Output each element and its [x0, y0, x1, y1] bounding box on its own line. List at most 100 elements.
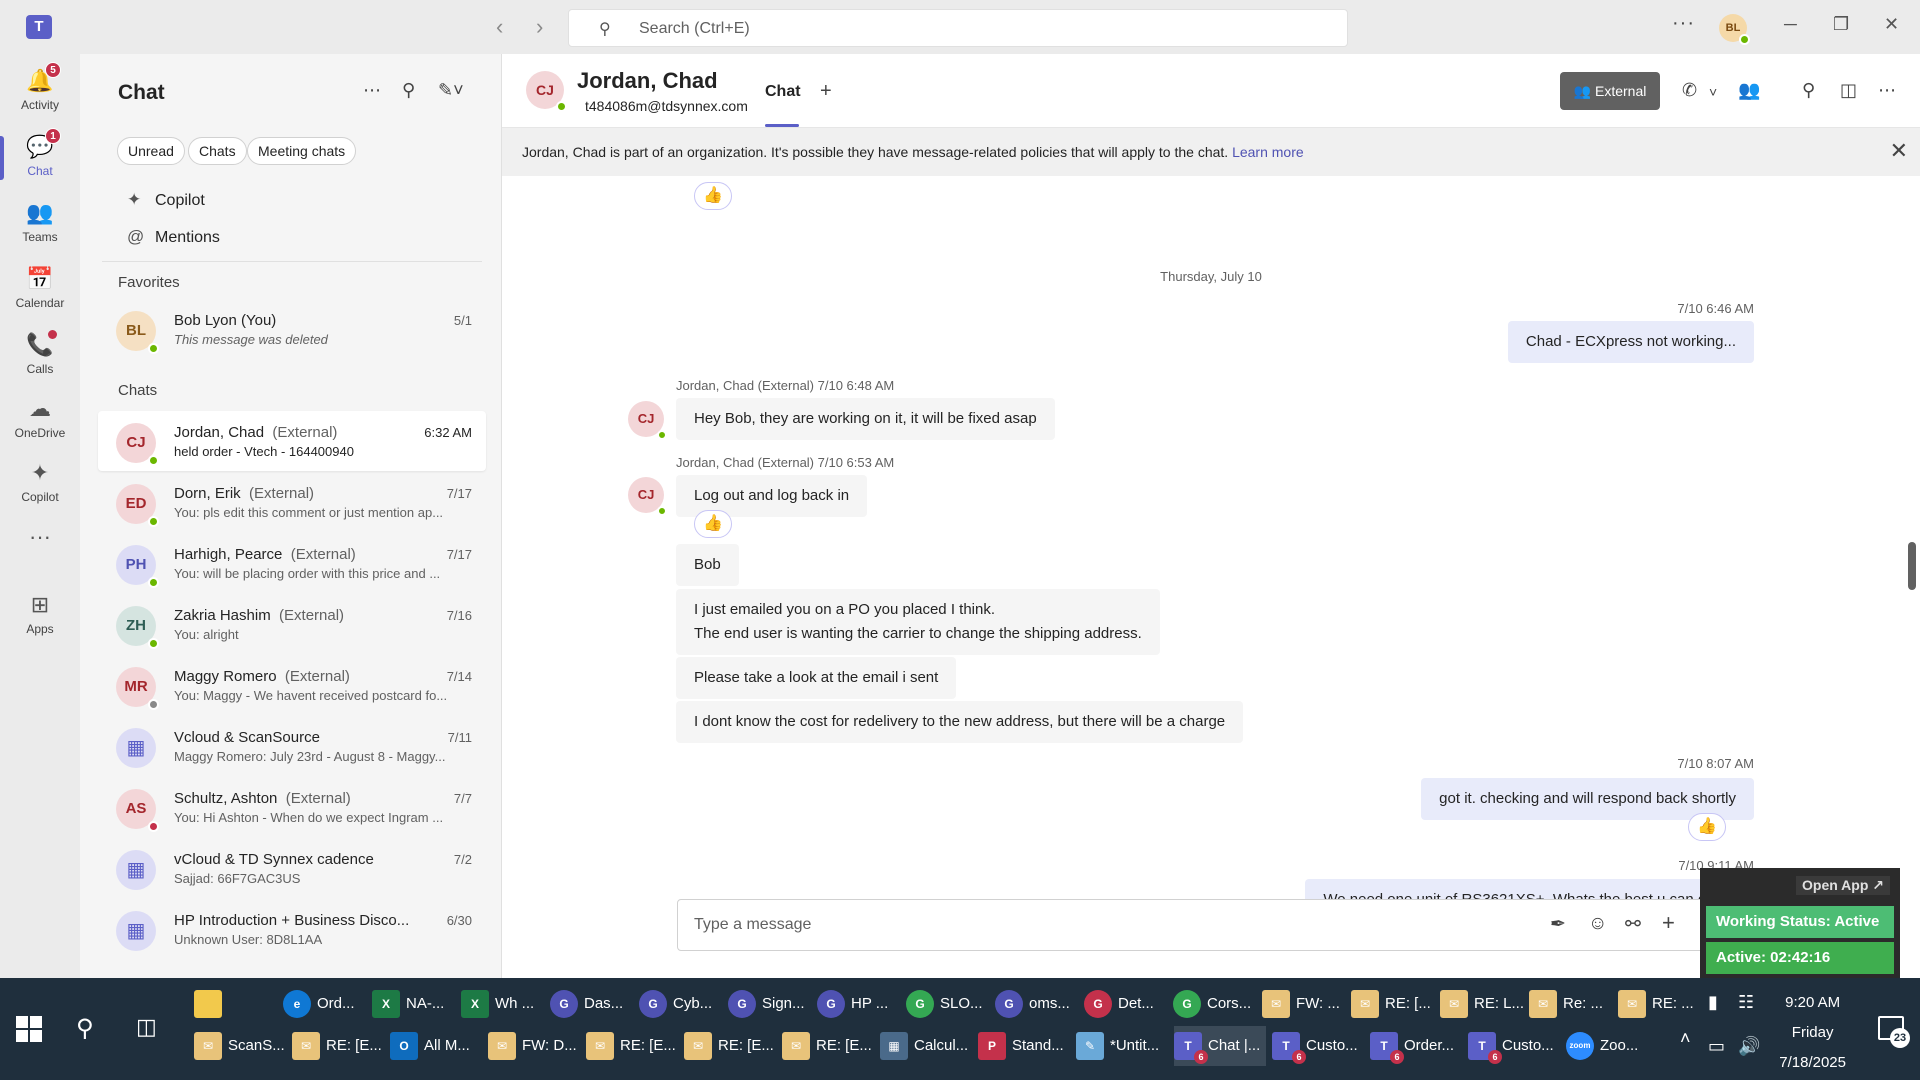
taskbar-app-button[interactable]: G Sign... — [728, 984, 805, 1024]
plus-icon[interactable]: + — [1662, 910, 1675, 936]
taskbar-app-button[interactable]: G SLO... — [906, 984, 983, 1024]
windows-start-icon[interactable] — [16, 1016, 42, 1042]
chat-list-item[interactable]: ED Dorn, Erik (External) You: pls edit thi… — [98, 472, 486, 532]
rail-item-calls[interactable]: 📞 Calls — [0, 324, 80, 388]
battery-icon[interactable]: ▮ — [1708, 992, 1718, 1013]
chat-list-item[interactable]: ZH Zakria Hashim (External) You: alright 7/… — [98, 594, 486, 654]
contact-name[interactable]: Jordan, Chad — [577, 68, 718, 94]
taskbar-app-button[interactable]: ✉ RE: [E... — [292, 1026, 382, 1066]
tab-chat[interactable]: Chat — [765, 83, 801, 101]
taskbar-app-button[interactable]: ✉ Re: ... — [1529, 984, 1603, 1024]
taskbar-app-button[interactable]: ▦ Calcul... — [880, 1026, 968, 1066]
minimize-button[interactable]: ─ — [1784, 14, 1797, 35]
filter-meeting-chats[interactable]: Meeting chats — [247, 137, 357, 165]
search-icon[interactable]: ⚲ — [1802, 80, 1815, 101]
taskbar-app-button[interactable]: T 6 Chat |... — [1174, 1026, 1267, 1066]
taskbar-app-button[interactable]: e Ord... — [283, 984, 355, 1024]
chat-list-item[interactable]: AS Schultz, Ashton (External) You: Hi Asht… — [98, 777, 486, 837]
side-panel-icon[interactable]: ◫ — [1840, 80, 1857, 101]
task-view-icon[interactable]: ◫ — [136, 1014, 157, 1040]
taskbar-app-button[interactable]: T 6 Custo... — [1468, 1026, 1554, 1066]
thumbs-up-reaction[interactable]: 👍 — [694, 182, 732, 210]
chevron-down-icon[interactable]: ˅ — [1709, 84, 1717, 100]
scrollbar-thumb[interactable] — [1908, 542, 1916, 590]
add-tab-icon[interactable]: + — [820, 80, 832, 103]
close-icon[interactable]: ✕ — [1890, 138, 1908, 164]
message-bubble[interactable]: Chad - ECXpress not working... — [1507, 321, 1754, 363]
user-avatar[interactable]: BL — [1719, 14, 1750, 45]
search-input[interactable]: ⚲ Search (Ctrl+E) — [568, 9, 1348, 47]
open-app-button[interactable]: Open App ↗ — [1796, 876, 1890, 895]
message-bubble[interactable]: I just emailed you on a PO you placed I … — [676, 589, 1160, 655]
search-icon[interactable]: ⚲ — [402, 80, 415, 101]
more-options-icon[interactable]: ⋯ — [363, 80, 381, 101]
taskbar-app-button[interactable]: G HP ... — [817, 984, 888, 1024]
chats-header[interactable]: Chats — [118, 382, 157, 399]
rail-item-copilot[interactable]: ✦ Copilot — [0, 452, 80, 516]
taskbar-app-button[interactable]: ✉ RE: [E... — [782, 1026, 872, 1066]
taskbar-app-button[interactable]: X Wh ... — [461, 984, 534, 1024]
contact-avatar[interactable]: CJ — [526, 71, 567, 112]
taskbar-app-button[interactable]: G Cors... — [1173, 984, 1251, 1024]
display-icon[interactable]: ▭ — [1708, 1036, 1725, 1057]
network-icon[interactable]: ☷ — [1738, 992, 1754, 1013]
chat-list-item[interactable]: CJ Jordan, Chad (External) held order - Vt… — [98, 411, 486, 471]
taskbar-app-button[interactable]: P Stand... — [978, 1026, 1064, 1066]
search-icon[interactable]: ⚲ — [76, 1014, 94, 1043]
taskbar-app-button[interactable]: G Det... — [1084, 984, 1154, 1024]
taskbar-app-button[interactable]: ✎ *Untit... — [1076, 1026, 1159, 1066]
taskbar-app-button[interactable]: O All M... — [390, 1026, 470, 1066]
rail-item-chat[interactable]: 💬 1 Chat — [0, 126, 80, 190]
taskbar-app-button[interactable]: ✉ RE: [E... — [586, 1026, 676, 1066]
message-bubble[interactable]: I dont know the cost for redelivery to t… — [676, 701, 1244, 743]
rail-item-activity[interactable]: 🔔 5 Activity — [0, 60, 80, 124]
restore-button[interactable]: ❐ — [1833, 14, 1849, 35]
rail-item-onedrive[interactable]: ☁ OneDrive — [0, 388, 80, 452]
chat-list-item[interactable]: ▦ HP Introduction + Business Disco... Unk… — [98, 899, 486, 959]
taskbar-app-button[interactable]: ✉ FW: D... — [488, 1026, 577, 1066]
taskbar-app-button[interactable]: G Cyb... — [639, 984, 712, 1024]
format-icon[interactable]: ✒ — [1550, 913, 1566, 936]
taskbar-app-button[interactable]: ✉ FW: ... — [1262, 984, 1340, 1024]
taskbar-app-button[interactable]: X NA-... — [372, 984, 444, 1024]
taskbar-app-button[interactable]: ✉ RE: L... — [1440, 984, 1524, 1024]
taskbar-app-button[interactable]: Goms... — [995, 984, 1070, 1024]
message-bubble[interactable]: Bob — [676, 544, 739, 586]
rail-item-calendar[interactable]: 📅 Calendar — [0, 258, 80, 322]
filter-chats[interactable]: Chats — [188, 137, 247, 165]
taskbar-app-button[interactable]: ✉ ScanS... — [194, 1026, 285, 1066]
message-compose-box[interactable]: Type a message ✒ ☺ ⚯ + — [677, 899, 1797, 951]
new-chat-icon[interactable]: ✎˅ — [438, 80, 464, 101]
chat-list-item[interactable]: PH Harhigh, Pearce (External) You: will be… — [98, 533, 486, 593]
rail-item-more[interactable]: ··· — [0, 516, 80, 580]
thumbs-up-reaction[interactable]: 👍 — [694, 510, 732, 538]
external-button[interactable]: 👥 External — [1560, 72, 1660, 110]
system-clock[interactable]: 9:20 AM Friday 7/18/2025 — [1779, 988, 1846, 1078]
favorite-chat-item[interactable]: BL Bob Lyon (You) This message was deleted… — [98, 299, 486, 359]
call-icon[interactable]: ✆ — [1682, 80, 1697, 101]
more-options-icon[interactable]: ··· — [1672, 12, 1695, 35]
working-status[interactable]: Working Status: Active — [1706, 906, 1894, 938]
taskbar-app-button[interactable]: ✉ RE: [E... — [684, 1026, 774, 1066]
emoji-icon[interactable]: ☺ — [1588, 913, 1607, 935]
chat-list-item[interactable]: ▦ Vcloud & ScanSource Maggy Romero: July … — [98, 716, 486, 776]
pinned-mentions[interactable]: @ Mentions — [127, 227, 220, 247]
taskbar-app-button[interactable] — [194, 984, 228, 1024]
volume-icon[interactable]: 🔊 — [1738, 1036, 1760, 1057]
favorites-header[interactable]: Favorites — [118, 274, 180, 291]
taskbar-app-button[interactable]: T 6 Custo... — [1272, 1026, 1358, 1066]
filter-unread[interactable]: Unread — [117, 137, 185, 165]
taskbar-app-button[interactable]: G Das... — [550, 984, 623, 1024]
back-arrow-icon[interactable]: ‹ — [496, 14, 503, 40]
more-options-icon[interactable]: ⋯ — [1878, 80, 1896, 101]
message-bubble[interactable]: Please take a look at the email i sent — [676, 657, 957, 699]
add-people-icon[interactable]: 👥 — [1738, 80, 1760, 101]
learn-more-link[interactable]: Learn more — [1232, 144, 1304, 160]
notifications-icon[interactable]: 23 — [1878, 1016, 1910, 1048]
rail-item-teams[interactable]: 👥 Teams — [0, 192, 80, 256]
chevron-up-icon[interactable]: ˄ — [1680, 1028, 1691, 1049]
rail-item-apps[interactable]: ⊞ Apps — [0, 584, 80, 648]
taskbar-app-button[interactable]: ✉ RE: ... — [1618, 984, 1694, 1024]
taskbar-app-button[interactable]: ✉ RE: [... — [1351, 984, 1431, 1024]
message-bubble[interactable]: Hey Bob, they are working on it, it will… — [676, 398, 1055, 440]
